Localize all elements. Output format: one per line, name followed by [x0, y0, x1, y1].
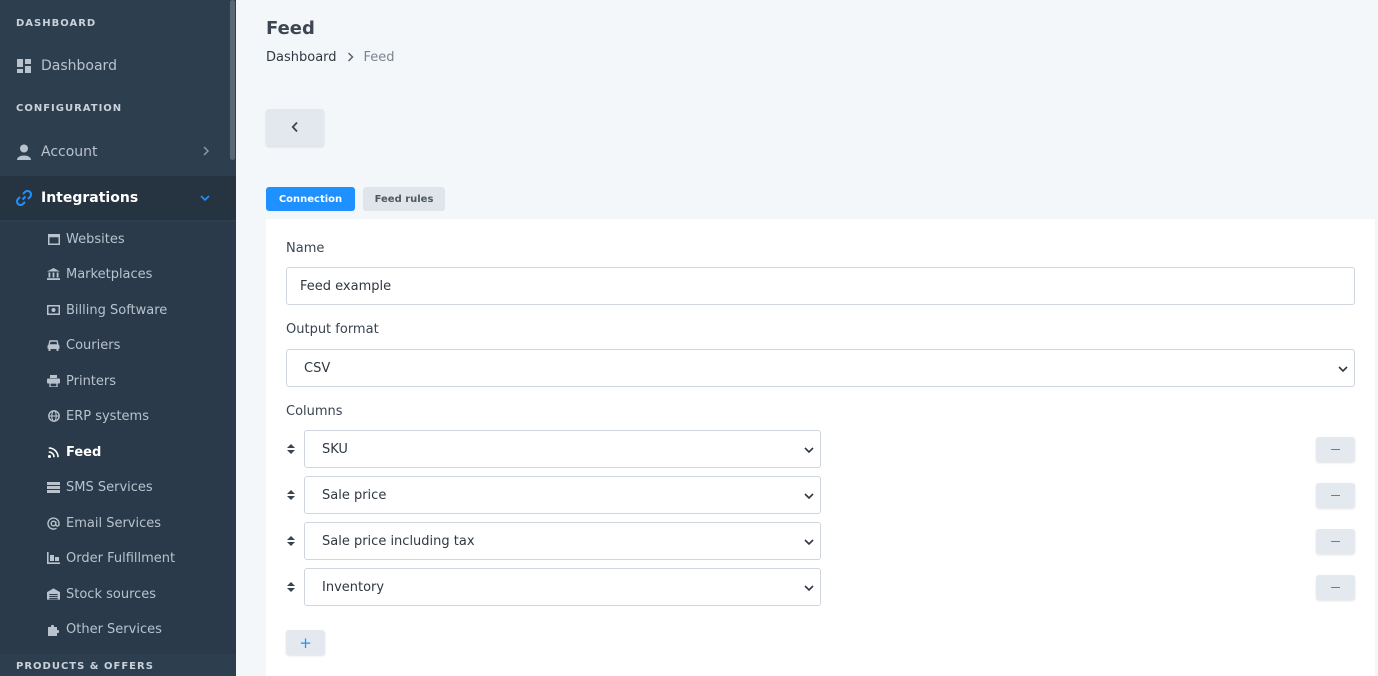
column-select-value: Sale price [322, 487, 387, 503]
sidebar-subitem-sms-services[interactable]: SMS Services [0, 470, 236, 504]
sidebar-section-configuration: CONFIGURATION [16, 103, 123, 114]
dashboard-icon [16, 58, 32, 74]
name-label: Name [286, 241, 325, 256]
sidebar-subitem-label: Stock sources [66, 586, 157, 602]
column-select-value: Sale price including tax [322, 533, 475, 549]
sidebar-subitem-couriers[interactable]: Couriers [0, 328, 236, 362]
chevron-left-icon [291, 118, 299, 137]
at-icon [47, 516, 60, 530]
sidebar-subitem-label: Couriers [66, 337, 121, 353]
columns-label: Columns [286, 404, 343, 419]
chevron-down-icon [804, 490, 814, 500]
bank-icon [47, 268, 60, 281]
sidebar-subitem-label: Email Services [66, 515, 162, 531]
sidebar-subitem-label: Websites [66, 231, 125, 247]
sidebar-item-label: Integrations [41, 190, 139, 206]
output-format-value: CSV [304, 360, 331, 376]
sidebar-subitem-marketplaces[interactable]: Marketplaces [0, 257, 236, 291]
window-icon [47, 233, 60, 246]
sidebar-subitem-label: Printers [66, 373, 117, 389]
sidebar-item-dashboard[interactable]: Dashboard [0, 44, 236, 88]
sidebar-subitem-label: ERP systems [66, 408, 149, 424]
output-format-select[interactable]: CSV [286, 349, 1355, 387]
back-button[interactable] [266, 109, 324, 146]
sidebar-subitem-stock-sources[interactable]: Stock sources [0, 577, 236, 611]
warehouse-icon [47, 588, 60, 601]
add-column-button[interactable]: + [286, 630, 325, 655]
pallet-icon [47, 552, 60, 565]
sidebar-subitem-websites[interactable]: Websites [0, 222, 236, 256]
rss-icon [47, 446, 60, 459]
sidebar-subitem-printers[interactable]: Printers [0, 364, 236, 398]
plus-icon: + [299, 633, 312, 652]
chevron-down-icon [804, 444, 814, 454]
sidebar-subitem-email-services[interactable]: Email Services [0, 506, 236, 540]
server-icon [47, 481, 60, 494]
column-select[interactable]: SKU [304, 430, 821, 468]
tab-connection[interactable]: Connection [266, 187, 355, 211]
sort-handle-icon[interactable] [286, 488, 296, 502]
sort-handle-icon[interactable] [286, 534, 296, 548]
minus-icon [1331, 494, 1340, 497]
minus-icon [1331, 448, 1340, 451]
output-format-label: Output format [286, 322, 379, 337]
link-icon [16, 190, 32, 206]
sidebar-subitem-other-services[interactable]: Other Services [0, 612, 236, 646]
page-title: Feed [266, 18, 315, 39]
breadcrumb-current: Feed [363, 50, 395, 65]
column-select[interactable]: Sale price including tax [304, 522, 821, 560]
breadcrumb: Dashboard Feed [266, 50, 395, 65]
remove-column-button[interactable] [1316, 483, 1355, 508]
sidebar-subitem-order-fulfillment[interactable]: Order Fulfillment [0, 541, 236, 575]
sidebar-subitem-label: Billing Software [66, 302, 168, 318]
remove-column-button[interactable] [1316, 575, 1355, 600]
sidebar-section-dashboard: DASHBOARD [16, 18, 97, 29]
name-input-value: Feed example [300, 278, 392, 294]
chevron-right-icon [202, 145, 210, 159]
sidebar-subitem-label: Marketplaces [66, 266, 153, 282]
money-icon [47, 304, 60, 317]
sidebar-subitem-label: Order Fulfillment [66, 550, 176, 566]
column-select[interactable]: Inventory [304, 568, 821, 606]
car-icon [47, 339, 60, 352]
sidebar-item-label: Dashboard [41, 58, 117, 74]
sidebar-item-account[interactable]: Account [0, 130, 236, 174]
chevron-right-icon [347, 51, 354, 65]
sidebar: DASHBOARD Dashboard CONFIGURATION Accoun… [0, 0, 236, 676]
column-select[interactable]: Sale price [304, 476, 821, 514]
globe-icon [47, 410, 60, 423]
chevron-down-icon [804, 582, 814, 592]
tab-feed-rules[interactable]: Feed rules [363, 187, 445, 211]
chevron-down-icon [804, 536, 814, 546]
name-input[interactable]: Feed example [286, 267, 1355, 305]
remove-column-button[interactable] [1316, 437, 1355, 462]
user-icon [16, 144, 32, 160]
puzzle-icon [47, 623, 60, 636]
sidebar-section-products: PRODUCTS & OFFERS [16, 661, 154, 672]
minus-icon [1331, 586, 1340, 589]
chevron-down-icon [1338, 363, 1348, 373]
chevron-down-icon [200, 191, 210, 205]
sidebar-subitem-feed[interactable]: Feed [0, 435, 236, 469]
remove-column-button[interactable] [1316, 529, 1355, 554]
sort-handle-icon[interactable] [286, 442, 296, 456]
column-select-value: Inventory [322, 579, 385, 595]
sort-handle-icon[interactable] [286, 580, 296, 594]
sidebar-subitem-label: SMS Services [66, 479, 153, 495]
column-select-value: SKU [322, 441, 348, 457]
sidebar-item-integrations[interactable]: Integrations [0, 176, 236, 220]
minus-icon [1331, 540, 1340, 543]
sidebar-subitem-label: Feed [66, 444, 102, 460]
printer-icon [47, 375, 60, 388]
sidebar-subitem-label: Other Services [66, 621, 162, 637]
sidebar-subitem-billing-software[interactable]: Billing Software [0, 293, 236, 327]
sidebar-item-label: Account [41, 144, 98, 160]
sidebar-subitem-erp-systems[interactable]: ERP systems [0, 399, 236, 433]
breadcrumb-dashboard-link[interactable]: Dashboard [266, 50, 337, 65]
